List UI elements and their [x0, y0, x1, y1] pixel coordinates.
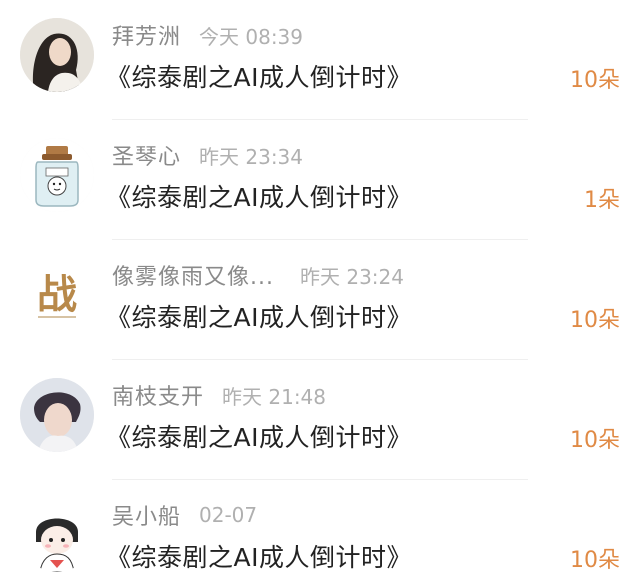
man-portrait-avatar-icon [20, 378, 94, 452]
book-title[interactable]: 《综泰剧之AI成人倒计时》 [106, 58, 412, 94]
gift-count: 10朵 [570, 68, 620, 93]
avatar[interactable] [20, 378, 94, 452]
user-name[interactable]: 拜芳洲 [112, 19, 181, 51]
record-time: 昨天 23:34 [199, 144, 304, 169]
list-item[interactable]: 战 像雾像雨又像... 昨天 23:24 《综泰剧之AI成人倒计时》 10朵 [0, 240, 640, 360]
record-meta: 拜芳洲 今天 08:39 [112, 19, 304, 51]
record-time: 今天 08:39 [199, 24, 304, 49]
gift-count: 10朵 [570, 548, 620, 573]
avatar[interactable] [20, 138, 94, 212]
user-name[interactable]: 像雾像雨又像... [112, 259, 274, 291]
record-time: 昨天 23:24 [299, 264, 404, 289]
avatar[interactable] [20, 18, 94, 92]
gift-records-list: 拜芳洲 今天 08:39 《综泰剧之AI成人倒计时》 10朵 圣琴心 昨天 23… [0, 0, 640, 588]
calligraphy-text: 战 [37, 271, 77, 318]
gift-count: 1朵 [584, 188, 620, 213]
book-title[interactable]: 《综泰剧之AI成人倒计时》 [106, 298, 412, 334]
avatar[interactable]: 战 [20, 258, 94, 332]
book-title[interactable]: 《综泰剧之AI成人倒计时》 [106, 418, 412, 454]
woman-portrait-avatar-icon [20, 18, 94, 92]
gift-count: 10朵 [570, 428, 620, 453]
user-name[interactable]: 南枝支开 [112, 379, 204, 411]
record-meta: 南枝支开 昨天 21:48 [112, 379, 327, 411]
record-meta: 圣琴心 昨天 23:34 [112, 139, 304, 171]
list-item[interactable]: 南枝支开 昨天 21:48 《综泰剧之AI成人倒计时》 10朵 [0, 360, 640, 480]
gift-count: 10朵 [570, 308, 620, 333]
user-name[interactable]: 圣琴心 [112, 139, 181, 171]
jar-cartoon-avatar-icon [20, 138, 94, 212]
book-title[interactable]: 《综泰剧之AI成人倒计时》 [106, 178, 412, 214]
user-name[interactable]: 吴小船 [112, 499, 181, 531]
record-meta: 像雾像雨又像... 昨天 23:24 [112, 259, 404, 291]
list-item[interactable]: 圣琴心 昨天 23:34 《综泰剧之AI成人倒计时》 1朵 [0, 120, 640, 240]
list-item[interactable]: 拜芳洲 今天 08:39 《综泰剧之AI成人倒计时》 10朵 [0, 0, 640, 120]
cartoon-girl-avatar-icon [20, 498, 94, 572]
record-time: 02-07 [199, 503, 258, 527]
list-item[interactable]: 吴小船 02-07 《综泰剧之AI成人倒计时》 10朵 [0, 480, 640, 588]
record-time: 昨天 21:48 [222, 384, 327, 409]
book-title[interactable]: 《综泰剧之AI成人倒计时》 [106, 538, 412, 574]
avatar[interactable] [20, 498, 94, 572]
calligraphy-avatar-icon: 战 [20, 258, 94, 332]
record-meta: 吴小船 02-07 [112, 500, 257, 530]
